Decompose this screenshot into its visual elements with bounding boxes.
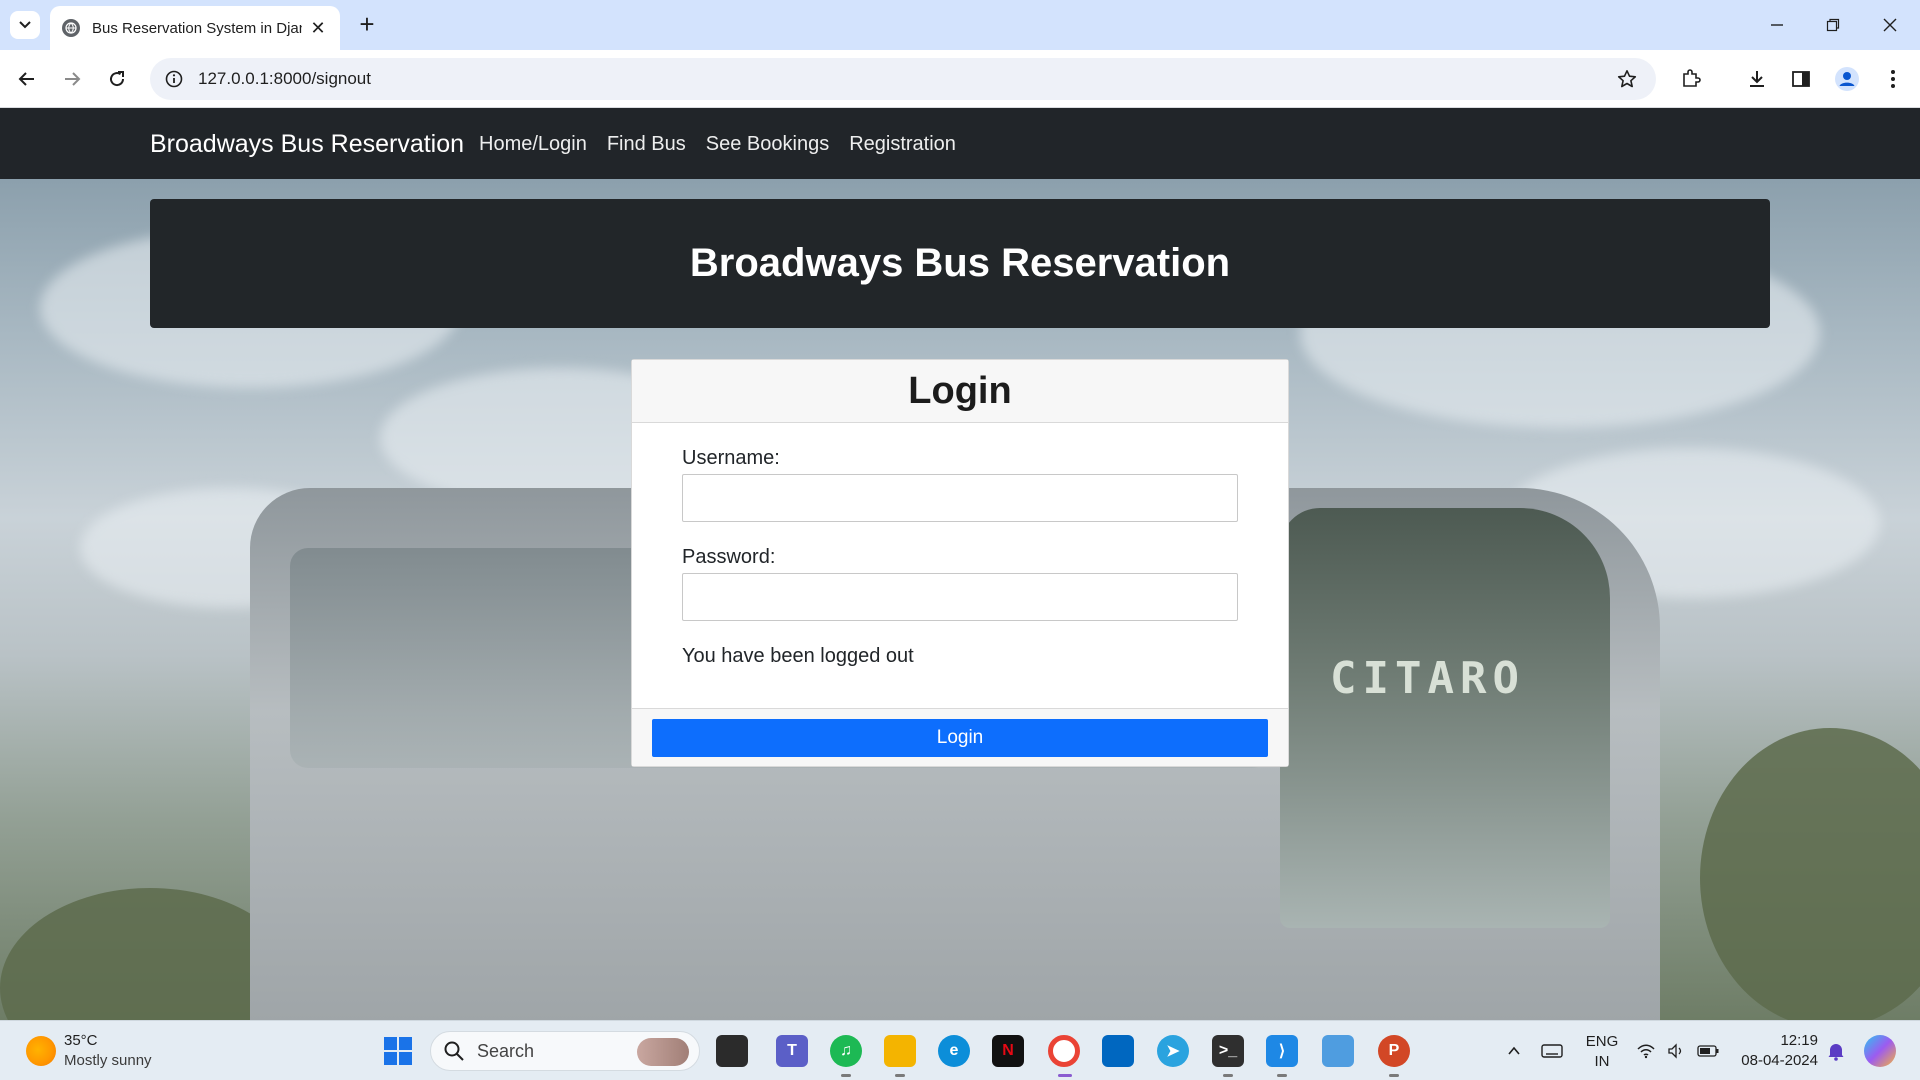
browser-tab-active[interactable]: Bus Reservation System in Djan ✕: [50, 6, 340, 50]
password-label: Password:: [682, 546, 776, 568]
address-bar[interactable]: 127.0.0.1:8000/signout: [150, 58, 1656, 100]
arrow-left-icon: [18, 72, 34, 86]
nav-link-registration[interactable]: Registration: [849, 133, 956, 156]
side-panel-button[interactable]: [1786, 64, 1816, 94]
os-taskbar: 35°C Mostly sunny Search T ♫ e N ➤ >_ ⟩ …: [0, 1020, 1920, 1080]
telegram-icon[interactable]: ➤: [1157, 1035, 1189, 1067]
new-tab-button[interactable]: +: [352, 10, 382, 40]
language-indicator-eng[interactable]: ENG: [1584, 1033, 1620, 1050]
nav-link-see-bookings[interactable]: See Bookings: [706, 133, 829, 156]
login-card-header: Login: [632, 360, 1288, 423]
nav-links: Home/Login Find Bus See Bookings Registr…: [479, 133, 956, 156]
reload-button[interactable]: [102, 64, 132, 94]
hero-title: Broadways Bus Reservation: [689, 241, 1231, 285]
vscode-icon[interactable]: ⟩: [1266, 1035, 1298, 1067]
globe-icon: [62, 19, 80, 37]
weather-sun-icon[interactable]: [26, 1036, 56, 1066]
wifi-icon[interactable]: [1630, 1035, 1662, 1067]
username-input[interactable]: [682, 474, 1238, 522]
language-indicator-region[interactable]: IN: [1584, 1053, 1620, 1070]
close-tab-icon[interactable]: ✕: [308, 18, 328, 39]
password-input[interactable]: [682, 573, 1238, 621]
profile-button[interactable]: [1832, 64, 1862, 94]
windows-start-icon[interactable]: [382, 1035, 414, 1067]
bookmark-star-icon[interactable]: [1616, 68, 1638, 90]
page-viewport: CITARO Broadways Bus Reservation Home/Lo…: [0, 108, 1920, 1020]
minimize-icon: [1771, 24, 1783, 26]
paint-icon[interactable]: [1322, 1035, 1354, 1067]
logout-message: You have been logged out: [682, 645, 914, 667]
kebab-menu-icon: [1891, 70, 1895, 88]
login-button[interactable]: Login: [652, 719, 1268, 757]
login-form: Username: Password: You have been logged…: [632, 423, 1288, 708]
notification-bell-icon[interactable]: [1820, 1035, 1852, 1067]
powerpoint-icon[interactable]: P: [1378, 1035, 1410, 1067]
volume-icon[interactable]: [1660, 1035, 1692, 1067]
extensions-button[interactable]: [1676, 64, 1706, 94]
search-icon: [444, 1041, 464, 1061]
search-placeholder: Search: [477, 1040, 535, 1061]
taskbar-search[interactable]: Search: [430, 1031, 700, 1071]
bus-destination-sign: CITARO: [1330, 653, 1525, 704]
site-navbar: Broadways Bus Reservation Home/Login Fin…: [0, 108, 1920, 179]
download-icon: [1750, 71, 1764, 87]
battery-icon[interactable]: [1692, 1035, 1724, 1067]
clock-time[interactable]: 12:19: [1732, 1032, 1818, 1049]
nav-link-home-login[interactable]: Home/Login: [479, 133, 587, 156]
back-button[interactable]: [12, 64, 42, 94]
side-panel-icon: [1792, 71, 1810, 87]
site-info-icon[interactable]: [164, 69, 184, 89]
tab-title: Bus Reservation System in Djan: [92, 19, 302, 37]
browser-toolbar: 127.0.0.1:8000/signout: [0, 50, 1920, 108]
keyboard-icon[interactable]: [1536, 1035, 1568, 1067]
browser-tabstrip: Bus Reservation System in Djan ✕ +: [0, 0, 1920, 50]
restore-window-button[interactable]: [1818, 10, 1848, 40]
browser-menu-button[interactable]: [1878, 64, 1908, 94]
login-title: Login: [908, 369, 1012, 412]
chevron-down-icon: [19, 21, 31, 29]
login-card-footer: Login: [632, 708, 1288, 766]
avatar-icon: [1835, 67, 1859, 91]
close-icon: [1883, 18, 1897, 32]
username-label: Username:: [682, 447, 780, 469]
chrome-icon[interactable]: [1048, 1035, 1080, 1067]
forward-button[interactable]: [57, 64, 87, 94]
netflix-icon[interactable]: N: [992, 1035, 1024, 1067]
task-view-icon[interactable]: [716, 1035, 748, 1067]
address-url: 127.0.0.1:8000/signout: [198, 69, 371, 88]
nav-link-find-bus[interactable]: Find Bus: [607, 133, 686, 156]
login-card: Login Username: Password: You have been …: [631, 359, 1289, 767]
restore-icon: [1826, 18, 1840, 32]
downloads-button[interactable]: [1742, 64, 1772, 94]
puzzle-icon: [1683, 69, 1701, 87]
arrow-right-icon: [65, 72, 81, 86]
reload-icon: [110, 71, 125, 87]
minimize-window-button[interactable]: [1762, 10, 1792, 40]
weather-temperature[interactable]: 35°C: [64, 1032, 98, 1049]
microsoft-store-icon[interactable]: [1102, 1035, 1134, 1067]
tab-search-button[interactable]: [10, 11, 40, 39]
file-explorer-icon[interactable]: [884, 1035, 916, 1067]
clock-date[interactable]: 08-04-2024: [1732, 1052, 1818, 1069]
show-hidden-icons-chevron-up-icon[interactable]: [1498, 1035, 1530, 1067]
search-highlight-image: [637, 1038, 689, 1066]
copilot-icon[interactable]: [1864, 1035, 1896, 1067]
close-window-button[interactable]: [1875, 10, 1905, 40]
hero-banner: Broadways Bus Reservation: [150, 199, 1770, 328]
navbar-brand[interactable]: Broadways Bus Reservation: [150, 130, 464, 159]
edge-icon[interactable]: e: [938, 1035, 970, 1067]
spotify-icon[interactable]: ♫: [830, 1035, 862, 1067]
teams-icon[interactable]: T: [776, 1035, 808, 1067]
weather-description[interactable]: Mostly sunny: [64, 1052, 152, 1069]
terminal-icon[interactable]: >_: [1212, 1035, 1244, 1067]
